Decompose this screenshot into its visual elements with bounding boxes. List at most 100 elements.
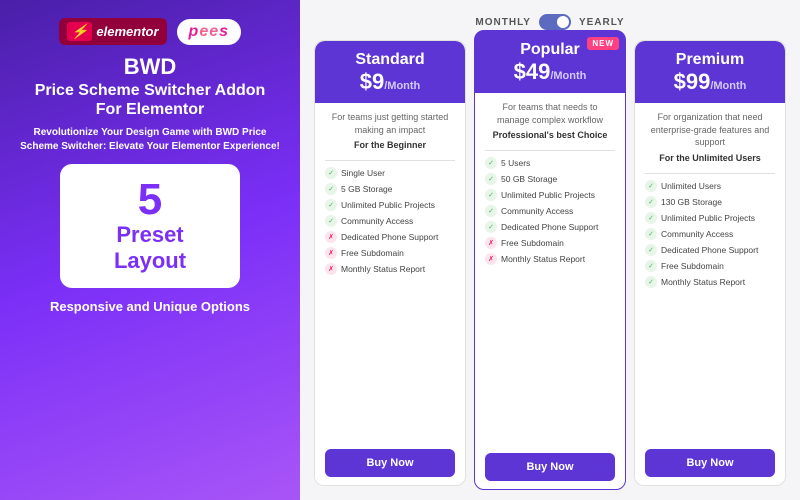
plan-price-period: /Month bbox=[710, 80, 746, 92]
new-badge: NEW bbox=[587, 37, 619, 50]
feature-text: Unlimited Public Projects bbox=[661, 213, 755, 223]
divider bbox=[645, 173, 775, 174]
feature-check-icon: ✓ bbox=[325, 167, 337, 179]
plan-price-amount: $99 bbox=[674, 69, 711, 94]
feature-text: Dedicated Phone Support bbox=[501, 222, 598, 232]
feature-item: ✓ Unlimited Users bbox=[645, 178, 775, 194]
feature-item: ✓ Unlimited Public Projects bbox=[485, 187, 615, 203]
yearly-label: YEARLY bbox=[579, 17, 625, 28]
feature-text: Unlimited Public Projects bbox=[501, 190, 595, 200]
feature-check-icon: ✓ bbox=[485, 221, 497, 233]
feature-item: ✓ Free Subdomain bbox=[645, 258, 775, 274]
feature-text: 130 GB Storage bbox=[661, 197, 722, 207]
plans-container: Standard $9/Month For teams just getting… bbox=[314, 40, 786, 486]
feature-list: ✓ Unlimited Users ✓ 130 GB Storage ✓ Unl… bbox=[645, 178, 775, 441]
feature-check-icon: ✓ bbox=[645, 276, 657, 288]
logos-container: ⚡ elementor pees bbox=[59, 18, 241, 45]
preset-line1: Preset bbox=[84, 222, 216, 248]
billing-toggle[interactable]: MONTHLY YEARLY bbox=[314, 14, 786, 30]
feature-item: ✓ 5 Users bbox=[485, 155, 615, 171]
feature-check-icon: ✓ bbox=[485, 157, 497, 169]
feature-text: Monthly Status Report bbox=[341, 264, 425, 274]
plan-price-amount: $49 bbox=[514, 59, 551, 84]
feature-cross-icon: ✗ bbox=[485, 237, 497, 249]
plan-body: For teams that needs to manage complex w… bbox=[475, 93, 625, 489]
feature-check-icon: ✓ bbox=[645, 212, 657, 224]
buy-now-button[interactable]: Buy Now bbox=[645, 449, 775, 477]
plan-name: Standard bbox=[325, 51, 455, 69]
feature-check-icon: ✓ bbox=[325, 199, 337, 211]
pss-logo: pees bbox=[177, 19, 241, 45]
plan-price-period: /Month bbox=[384, 80, 420, 92]
plan-subtitle: Professional's best Choice bbox=[485, 130, 615, 140]
plan-price-period: /Month bbox=[550, 70, 586, 82]
feature-check-icon: ✓ bbox=[645, 228, 657, 240]
feature-item: ✓ Dedicated Phone Support bbox=[485, 219, 615, 235]
feature-item: ✓ Unlimited Public Projects bbox=[325, 197, 455, 213]
feature-text: Free Subdomain bbox=[501, 238, 564, 248]
feature-item: ✗ Monthly Status Report bbox=[485, 251, 615, 267]
feature-check-icon: ✓ bbox=[325, 215, 337, 227]
feature-text: Unlimited Users bbox=[661, 181, 721, 191]
bwd-title: BWD bbox=[124, 55, 177, 79]
preset-box: 5 Preset Layout bbox=[60, 164, 240, 289]
elementor-e-icon: ⚡ bbox=[67, 22, 92, 41]
feature-item: ✓ Community Access bbox=[485, 203, 615, 219]
feature-item: ✓ Community Access bbox=[325, 213, 455, 229]
feature-text: Free Subdomain bbox=[341, 248, 404, 258]
feature-text: Free Subdomain bbox=[661, 261, 724, 271]
feature-check-icon: ✓ bbox=[645, 260, 657, 272]
feature-text: 50 GB Storage bbox=[501, 174, 557, 184]
feature-item: ✓ Unlimited Public Projects bbox=[645, 210, 775, 226]
feature-check-icon: ✓ bbox=[325, 183, 337, 195]
plan-description: For teams that needs to manage complex w… bbox=[485, 101, 615, 126]
feature-cross-icon: ✗ bbox=[325, 263, 337, 275]
addon-title: Price Scheme Switcher Addon For Elemento… bbox=[20, 81, 280, 119]
right-panel: MONTHLY YEARLY Standard $9/Month For tea… bbox=[300, 0, 800, 500]
feature-cross-icon: ✗ bbox=[325, 231, 337, 243]
feature-item: ✗ Monthly Status Report bbox=[325, 261, 455, 277]
feature-check-icon: ✓ bbox=[645, 196, 657, 208]
feature-item: ✓ 50 GB Storage bbox=[485, 171, 615, 187]
feature-item: ✗ Free Subdomain bbox=[485, 235, 615, 251]
billing-toggle-switch[interactable] bbox=[539, 14, 571, 30]
buy-now-button[interactable]: Buy Now bbox=[485, 453, 615, 481]
plan-subtitle: For the Beginner bbox=[325, 140, 455, 150]
feature-item: ✓ Dedicated Phone Support bbox=[645, 242, 775, 258]
feature-list: ✓ 5 Users ✓ 50 GB Storage ✓ Unlimited Pu… bbox=[485, 155, 615, 445]
feature-check-icon: ✓ bbox=[485, 173, 497, 185]
feature-text: Dedicated Phone Support bbox=[341, 232, 438, 242]
pss-text: pees bbox=[189, 23, 229, 40]
feature-item: ✓ 130 GB Storage bbox=[645, 194, 775, 210]
feature-list: ✓ Single User ✓ 5 GB Storage ✓ Unlimited… bbox=[325, 165, 455, 441]
elementor-logo: ⚡ elementor bbox=[59, 18, 167, 45]
plan-card-standard: Standard $9/Month For teams just getting… bbox=[314, 40, 466, 486]
divider bbox=[485, 150, 615, 151]
plan-price-amount: $9 bbox=[360, 69, 384, 94]
feature-text: 5 Users bbox=[501, 158, 530, 168]
buy-now-button[interactable]: Buy Now bbox=[325, 449, 455, 477]
plan-name: Premium bbox=[645, 51, 775, 69]
feature-text: Monthly Status Report bbox=[661, 277, 745, 287]
plan-description: For teams just getting started making an… bbox=[325, 111, 455, 136]
left-panel: ⚡ elementor pees BWD Price Scheme Switch… bbox=[0, 0, 300, 500]
feature-text: Community Access bbox=[661, 229, 733, 239]
plan-subtitle: For the Unlimited Users bbox=[645, 153, 775, 163]
divider bbox=[325, 160, 455, 161]
feature-text: Community Access bbox=[501, 206, 573, 216]
feature-text: 5 GB Storage bbox=[341, 184, 393, 194]
feature-text: Unlimited Public Projects bbox=[341, 200, 435, 210]
feature-check-icon: ✓ bbox=[645, 180, 657, 192]
plan-body: For teams just getting started making an… bbox=[315, 103, 465, 485]
plan-price: $9/Month bbox=[325, 69, 455, 95]
plan-price: $49/Month bbox=[485, 59, 615, 85]
feature-item: ✓ Monthly Status Report bbox=[645, 274, 775, 290]
feature-check-icon: ✓ bbox=[485, 205, 497, 217]
feature-text: Dedicated Phone Support bbox=[661, 245, 758, 255]
preset-number: 5 bbox=[84, 178, 216, 222]
elementor-text: elementor bbox=[96, 24, 158, 39]
plan-header: Premium $99/Month bbox=[635, 41, 785, 103]
feature-item: ✓ Community Access bbox=[645, 226, 775, 242]
plan-card-popular: Popular $49/Month NEW For teams that nee… bbox=[474, 30, 626, 490]
feature-item: ✗ Dedicated Phone Support bbox=[325, 229, 455, 245]
